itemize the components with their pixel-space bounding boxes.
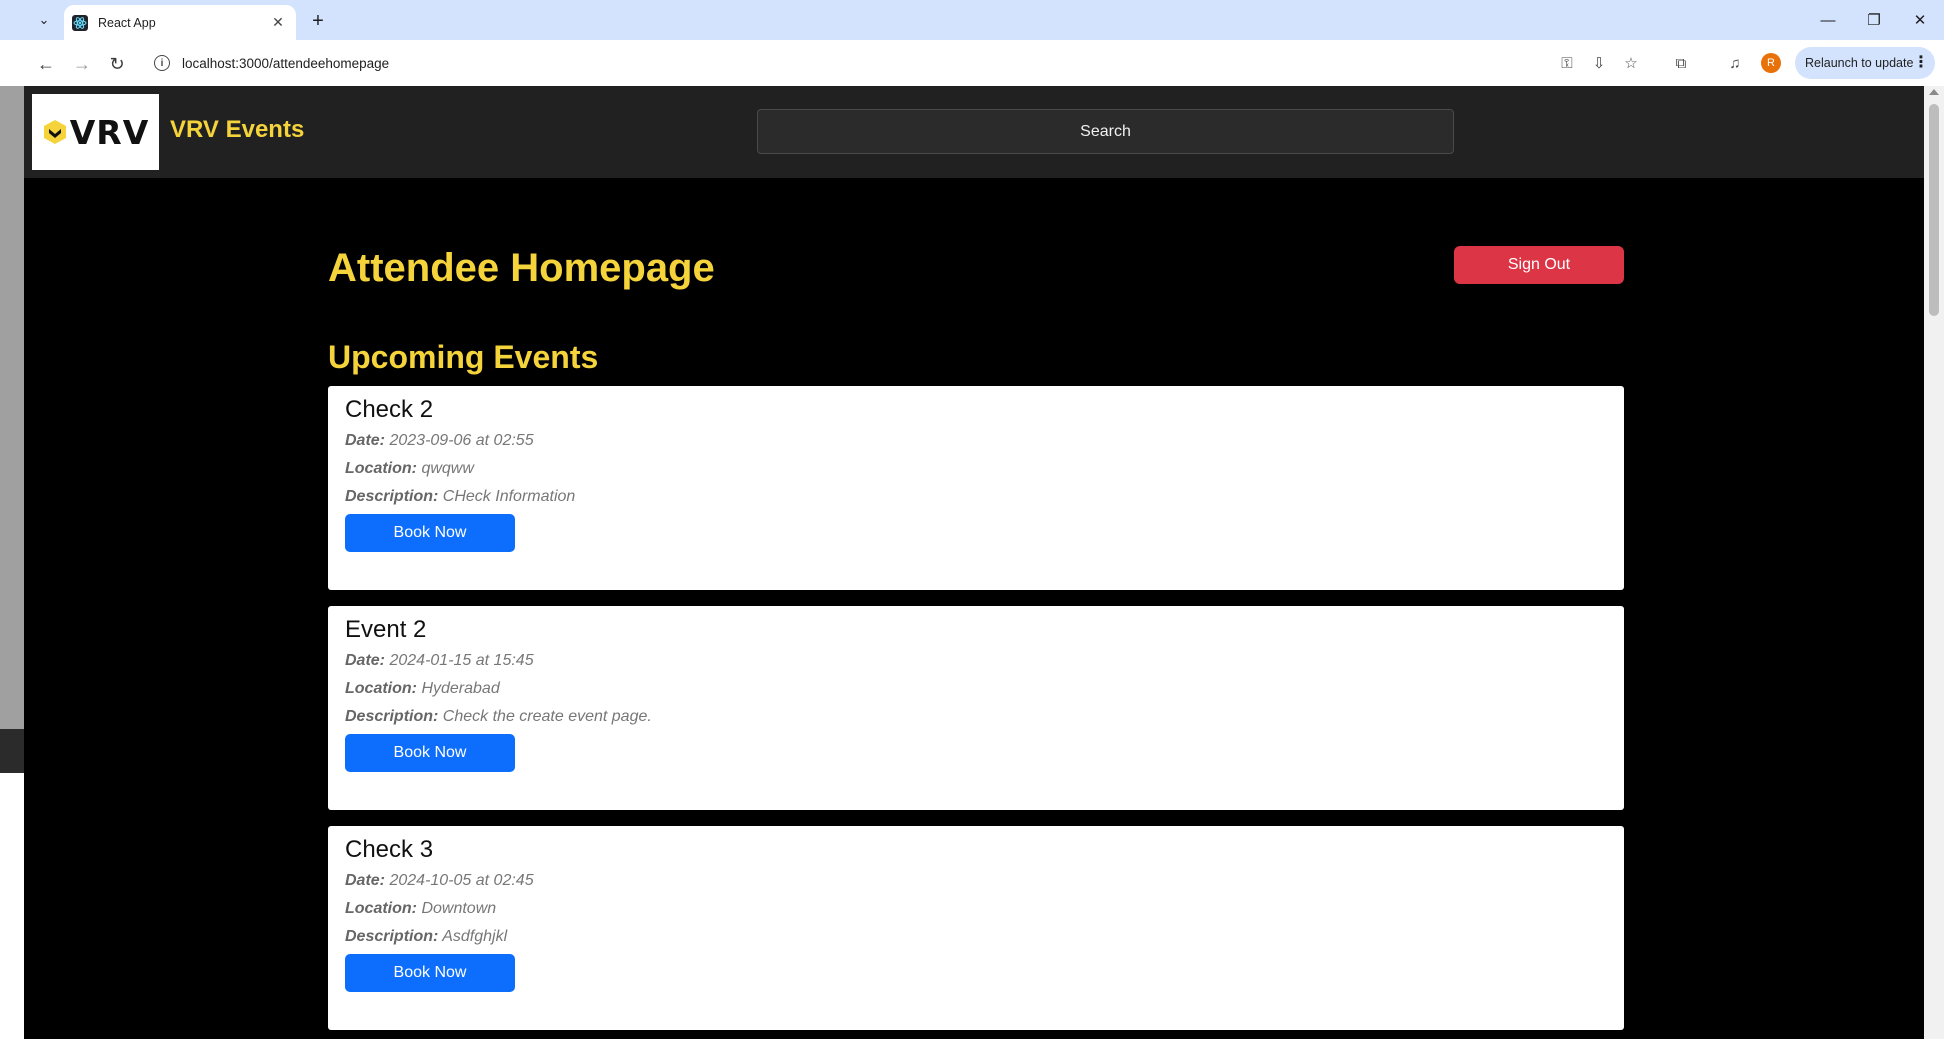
hexagon-logo-icon — [43, 120, 66, 144]
url-text: localhost:3000/attendeehomepage — [182, 55, 390, 71]
location-label: Location: — [345, 900, 417, 917]
scroll-up-arrow-icon[interactable] — [1929, 89, 1939, 95]
browser-tab-bar: ⌄ React App ✕ + — ❐ ✕ — [0, 0, 1944, 40]
install-app-icon[interactable]: ⇩ — [1588, 52, 1610, 74]
event-date: Date: 2024-01-15 at 15:45 — [345, 650, 1607, 672]
address-bar[interactable]: i localhost:3000/attendeehomepage — [146, 47, 1619, 79]
profile-avatar[interactable]: R — [1761, 53, 1781, 73]
event-location: Location: qwqww — [345, 458, 1607, 480]
logo[interactable]: VRV — [32, 94, 159, 170]
book-now-button[interactable]: Book Now — [345, 734, 515, 772]
scroll-thumb[interactable] — [1929, 104, 1939, 316]
description-value: CHeck Information — [442, 488, 576, 505]
event-description: Description: Asdfghjkl — [345, 926, 1607, 948]
location-value: qwqww — [421, 460, 474, 477]
left-strip-gray — [0, 86, 24, 729]
event-card: Event 2 Date: 2024-01-15 at 15:45 Locati… — [328, 606, 1624, 810]
description-label: Description: — [345, 708, 439, 725]
search-input[interactable] — [757, 109, 1454, 154]
page-scrollbar[interactable] — [1924, 86, 1944, 1039]
event-date: Date: 2023-09-06 at 02:55 — [345, 430, 1607, 452]
description-label: Description: — [345, 488, 439, 505]
location-label: Location: — [345, 680, 417, 697]
browser-toolbar: ← → ↻ i localhost:3000/attendeehomepage … — [0, 40, 1944, 86]
event-card: Check 2 Date: 2023-09-06 at 02:55 Locati… — [328, 386, 1624, 590]
extensions-icon[interactable]: ⧉ — [1670, 52, 1692, 74]
section-title: Upcoming Events — [328, 339, 599, 375]
tab-search-dropdown-icon[interactable]: ⌄ — [30, 8, 58, 32]
event-location: Location: Hyderabad — [345, 678, 1607, 700]
book-now-button[interactable]: Book Now — [345, 954, 515, 992]
forward-icon[interactable]: → — [69, 51, 95, 77]
event-title: Check 2 — [345, 396, 434, 423]
brand-name[interactable]: VRV Events — [170, 116, 304, 144]
event-title: Event 2 — [345, 616, 427, 643]
event-description: Description: Check the create event page… — [345, 706, 1607, 728]
location-value: Hyderabad — [421, 680, 500, 697]
description-value: Asdfghjkl — [442, 928, 508, 945]
new-tab-icon[interactable]: + — [305, 8, 331, 34]
site-info-icon[interactable]: i — [154, 55, 170, 71]
logo-text: VRV — [69, 112, 150, 152]
left-strip-dark — [0, 729, 24, 773]
date-label: Date: — [345, 872, 386, 889]
tab-title: React App — [98, 15, 156, 30]
event-card: Check 3 Date: 2024-10-05 at 02:45 Locati… — [328, 826, 1624, 1030]
description-label: Description: — [345, 928, 439, 945]
date-value: 2023-09-06 at 02:55 — [389, 432, 534, 449]
bookmark-star-icon[interactable]: ☆ — [1620, 52, 1642, 74]
back-icon[interactable]: ← — [33, 51, 59, 77]
minimize-icon[interactable]: — — [1808, 6, 1848, 34]
event-location: Location: Downtown — [345, 898, 1607, 920]
relaunch-label: Relaunch to update — [1805, 56, 1914, 70]
description-value: Check the create event page. — [442, 708, 652, 725]
restore-icon[interactable]: ❐ — [1854, 6, 1894, 34]
date-label: Date: — [345, 432, 386, 449]
page-content: VRV VRV Events Attendee Homepage Sign Ou… — [24, 86, 1924, 1039]
book-now-button[interactable]: Book Now — [345, 514, 515, 552]
sign-out-button[interactable]: Sign Out — [1454, 246, 1624, 284]
date-value: 2024-01-15 at 15:45 — [389, 652, 534, 669]
event-description: Description: CHeck Information — [345, 486, 1607, 508]
close-tab-icon[interactable]: ✕ — [268, 13, 288, 33]
reload-icon[interactable]: ↻ — [104, 51, 130, 77]
more-menu-icon[interactable]: ⋮ — [1913, 52, 1929, 72]
left-edge-strip — [0, 86, 24, 1039]
react-favicon-icon — [72, 14, 88, 31]
event-title: Check 3 — [345, 836, 434, 863]
relaunch-button[interactable]: Relaunch to update ⋮ — [1795, 47, 1935, 79]
browser-tab[interactable]: React App ✕ — [64, 5, 296, 40]
location-label: Location: — [345, 460, 417, 477]
page-title: Attendee Homepage — [328, 246, 715, 290]
left-strip-white — [0, 773, 24, 1039]
date-label: Date: — [345, 652, 386, 669]
close-window-icon[interactable]: ✕ — [1900, 6, 1940, 34]
password-key-icon[interactable]: ⚿ — [1556, 52, 1578, 74]
location-value: Downtown — [421, 900, 497, 917]
media-controls-icon[interactable]: ♫ — [1724, 52, 1746, 74]
event-date: Date: 2024-10-05 at 02:45 — [345, 870, 1607, 892]
date-value: 2024-10-05 at 02:45 — [389, 872, 534, 889]
app-navbar: VRV VRV Events — [24, 86, 1924, 178]
